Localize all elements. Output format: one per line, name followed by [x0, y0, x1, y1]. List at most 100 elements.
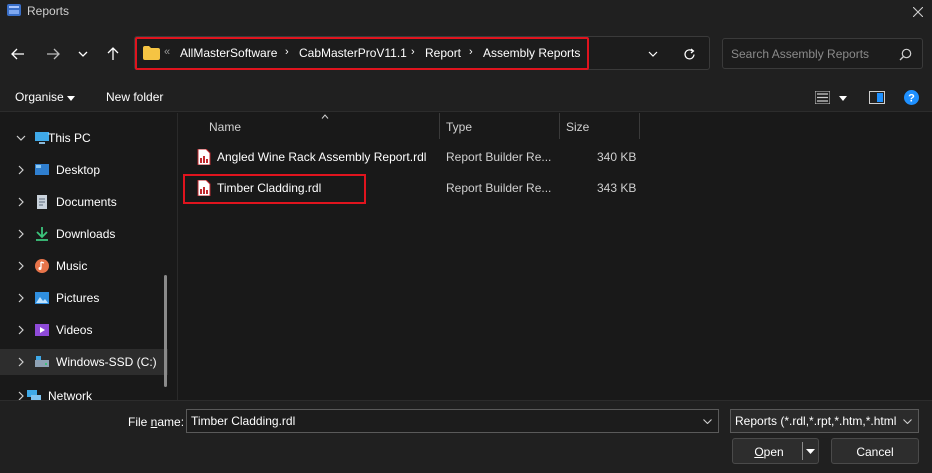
sidebar-item-documents[interactable]: Documents: [0, 189, 168, 215]
sidebar-item-pictures[interactable]: Pictures: [0, 285, 168, 311]
open-label-rest: pen: [763, 445, 784, 459]
breadcrumb-cabmasterprov11[interactable]: CabMasterProV11.1: [299, 46, 407, 60]
sidebar-item-downloads[interactable]: Downloads: [0, 221, 168, 247]
chevron-right-icon[interactable]: [16, 165, 26, 175]
column-header-type[interactable]: Type: [446, 113, 472, 139]
sidebar-item-label: Documents: [56, 195, 117, 209]
search-input[interactable]: Search Assembly Reports: [722, 38, 923, 69]
command-toolbar: Organise New folder ?: [0, 84, 932, 112]
chevron-down-icon[interactable]: [903, 419, 912, 424]
file-name-label: File name:: [128, 415, 184, 429]
close-button[interactable]: [904, 0, 932, 24]
file-size: 340 KB: [597, 150, 637, 164]
file-highlight-box: [183, 174, 366, 204]
search-icon[interactable]: [899, 48, 912, 61]
file-row-angled-wine-rack[interactable]: Angled Wine Rack Assembly Report.rdl Rep…: [178, 143, 932, 171]
download-icon: [36, 227, 48, 241]
file-name-label-suffix: ame:: [157, 415, 185, 429]
column-header-name[interactable]: Name: [209, 113, 241, 139]
column-header-size[interactable]: Size: [566, 113, 589, 139]
cancel-button[interactable]: Cancel: [831, 438, 919, 464]
sidebar-scrollbar[interactable]: [164, 275, 167, 387]
open-button-label: Open: [733, 445, 805, 459]
network-icon: [27, 390, 41, 400]
sidebar-item-this-pc[interactable]: This PC: [0, 125, 168, 151]
open-button[interactable]: Open: [732, 438, 819, 464]
recent-locations-button[interactable]: [71, 42, 95, 66]
forward-button[interactable]: [41, 42, 65, 66]
help-icon[interactable]: ?: [904, 90, 919, 105]
file-list: Name Type Size Angled Wine Rack Assembly…: [177, 113, 932, 400]
file-dialog-footer: File name: Timber Cladding.rdl Reports (…: [0, 400, 932, 473]
new-folder-button[interactable]: New folder: [106, 90, 163, 104]
up-button[interactable]: [101, 42, 125, 66]
column-divider[interactable]: [439, 113, 440, 139]
chevron-right-icon[interactable]: [16, 197, 26, 207]
chevron-right-icon[interactable]: [16, 325, 26, 335]
arrow-left-icon: [11, 48, 24, 60]
desktop-icon: [35, 164, 49, 175]
chevron-down-icon: [78, 51, 88, 57]
search-placeholder: Search Assembly Reports: [731, 47, 870, 61]
sidebar-item-label: This PC: [48, 131, 91, 145]
breadcrumb-report[interactable]: Report: [425, 46, 461, 60]
breadcrumb-separator-icon[interactable]: ›: [469, 46, 473, 58]
file-name-value: Timber Cladding.rdl: [191, 414, 296, 428]
back-button[interactable]: [6, 42, 30, 66]
file-type-filter-value: Reports (*.rdl,*.rpt,*.htm,*.html: [735, 414, 897, 428]
chevron-down-icon: [648, 51, 658, 57]
arrow-right-icon: [47, 48, 60, 60]
documents-icon: [37, 195, 47, 209]
rdl-file-icon: [197, 149, 211, 165]
chevron-right-icon[interactable]: [16, 229, 26, 239]
arrow-up-icon: [107, 47, 119, 60]
organise-button[interactable]: Organise: [15, 90, 64, 104]
breadcrumb-separator-icon[interactable]: ›: [285, 46, 289, 58]
chevron-right-icon[interactable]: [16, 293, 26, 303]
file-name-label-prefix: File: [128, 415, 151, 429]
breadcrumb-assembly-reports[interactable]: Assembly Reports: [483, 46, 580, 60]
file-type: Report Builder Re...: [446, 181, 552, 195]
file-name: Angled Wine Rack Assembly Report.rdl: [217, 150, 427, 164]
navigation-bar: « AllMasterSoftware › CabMasterProV11.1 …: [0, 24, 932, 84]
sidebar-item-label: Pictures: [56, 291, 100, 305]
chevron-down-icon[interactable]: [16, 133, 26, 143]
caret-down-icon[interactable]: [806, 449, 815, 454]
preview-pane-icon[interactable]: [869, 91, 885, 104]
chevron-right-icon[interactable]: [16, 391, 26, 400]
refresh-button[interactable]: [677, 42, 701, 66]
title-bar: Reports: [0, 0, 932, 24]
videos-icon: [35, 324, 49, 336]
file-name-input[interactable]: Timber Cladding.rdl: [186, 409, 719, 433]
file-type-filter-select[interactable]: Reports (*.rdl,*.rpt,*.htm,*.html: [730, 409, 919, 433]
sidebar-item-label: Windows-SSD (C:): [56, 355, 157, 369]
sidebar-item-network[interactable]: Network: [0, 383, 168, 400]
column-divider[interactable]: [559, 113, 560, 139]
music-icon: [35, 259, 49, 273]
chevron-down-icon[interactable]: [703, 419, 712, 424]
column-divider[interactable]: [639, 113, 640, 139]
breadcrumb-separator-icon[interactable]: ›: [411, 46, 415, 58]
sidebar-item-label: Desktop: [56, 163, 101, 177]
sidebar-item-label: Downloads: [56, 227, 116, 241]
caret-down-icon[interactable]: [67, 96, 75, 101]
file-size: 343 KB: [597, 181, 637, 195]
address-dropdown-button[interactable]: [641, 42, 665, 66]
window-title: Reports: [27, 4, 70, 18]
pictures-icon: [35, 292, 49, 304]
overflow-icon[interactable]: «: [164, 46, 170, 58]
chevron-right-icon[interactable]: [16, 357, 26, 367]
sidebar-item-windows-ssd[interactable]: Windows-SSD (C:): [0, 349, 168, 375]
sidebar-item-desktop[interactable]: Desktop: [0, 157, 168, 183]
svg-text:?: ?: [908, 93, 915, 105]
sidebar-item-videos[interactable]: Videos: [0, 317, 168, 343]
open-accelerator: O: [754, 445, 764, 459]
breadcrumb-allmastersoftware[interactable]: AllMasterSoftware: [180, 46, 277, 60]
view-options-icon[interactable]: [815, 91, 830, 104]
sidebar-item-music[interactable]: Music: [0, 253, 168, 279]
split-divider: [802, 442, 803, 460]
chevron-right-icon[interactable]: [16, 261, 26, 271]
sidebar-item-label: Videos: [56, 323, 93, 337]
navigation-pane: This PC Desktop Documents Downloads Musi…: [0, 113, 176, 400]
caret-down-icon[interactable]: [839, 96, 847, 101]
